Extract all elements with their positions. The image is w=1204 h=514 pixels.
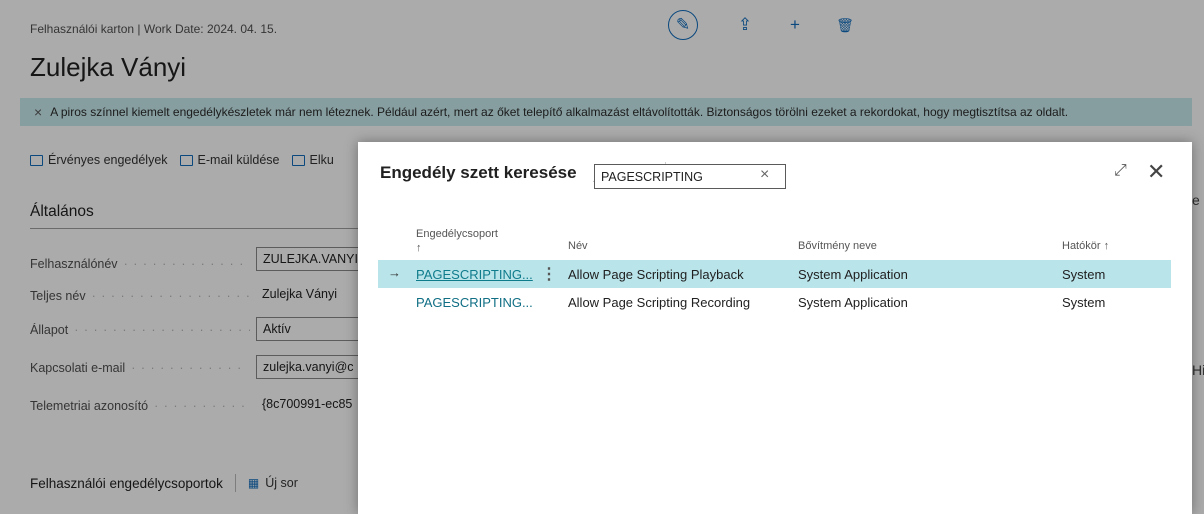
row-actions-icon[interactable]: ⋮ (541, 264, 557, 284)
row-indicator-arrow-icon: → (388, 265, 401, 280)
table-row[interactable]: → PAGESCRIPTING... ⋮ Allow Page Scriptin… (378, 260, 1171, 288)
scope-cell: System (1062, 267, 1106, 282)
column-header-group[interactable]: Engedélycsoport ↑ (416, 228, 498, 254)
search-input[interactable] (594, 164, 786, 189)
column-header-extension[interactable]: Bővítmény neve (798, 240, 877, 252)
group-cell[interactable]: PAGESCRIPTING... (416, 295, 533, 310)
extension-cell: System Application (798, 295, 908, 310)
expand-icon[interactable]: ⤢ (1114, 162, 1127, 180)
close-icon[interactable]: ✕ (1147, 159, 1165, 185)
name-cell: Allow Page Scripting Playback (568, 267, 744, 282)
scope-cell: System (1062, 295, 1106, 310)
column-header-name[interactable]: Név (568, 240, 588, 252)
permission-set-lookup-dialog: Engedély szett keresése ⌵ × ⤢ ✕ Engedély… (358, 142, 1192, 514)
clear-search-icon[interactable]: × (760, 166, 769, 184)
column-header-scope[interactable]: Hatókör ↑ (1062, 240, 1109, 252)
group-cell[interactable]: PAGESCRIPTING... (416, 267, 533, 282)
dialog-title: Engedély szett keresése (380, 163, 577, 182)
table-row[interactable]: PAGESCRIPTING... Allow Page Scripting Re… (378, 288, 1171, 316)
name-cell: Allow Page Scripting Recording (568, 295, 751, 310)
extension-cell: System Application (798, 267, 908, 282)
